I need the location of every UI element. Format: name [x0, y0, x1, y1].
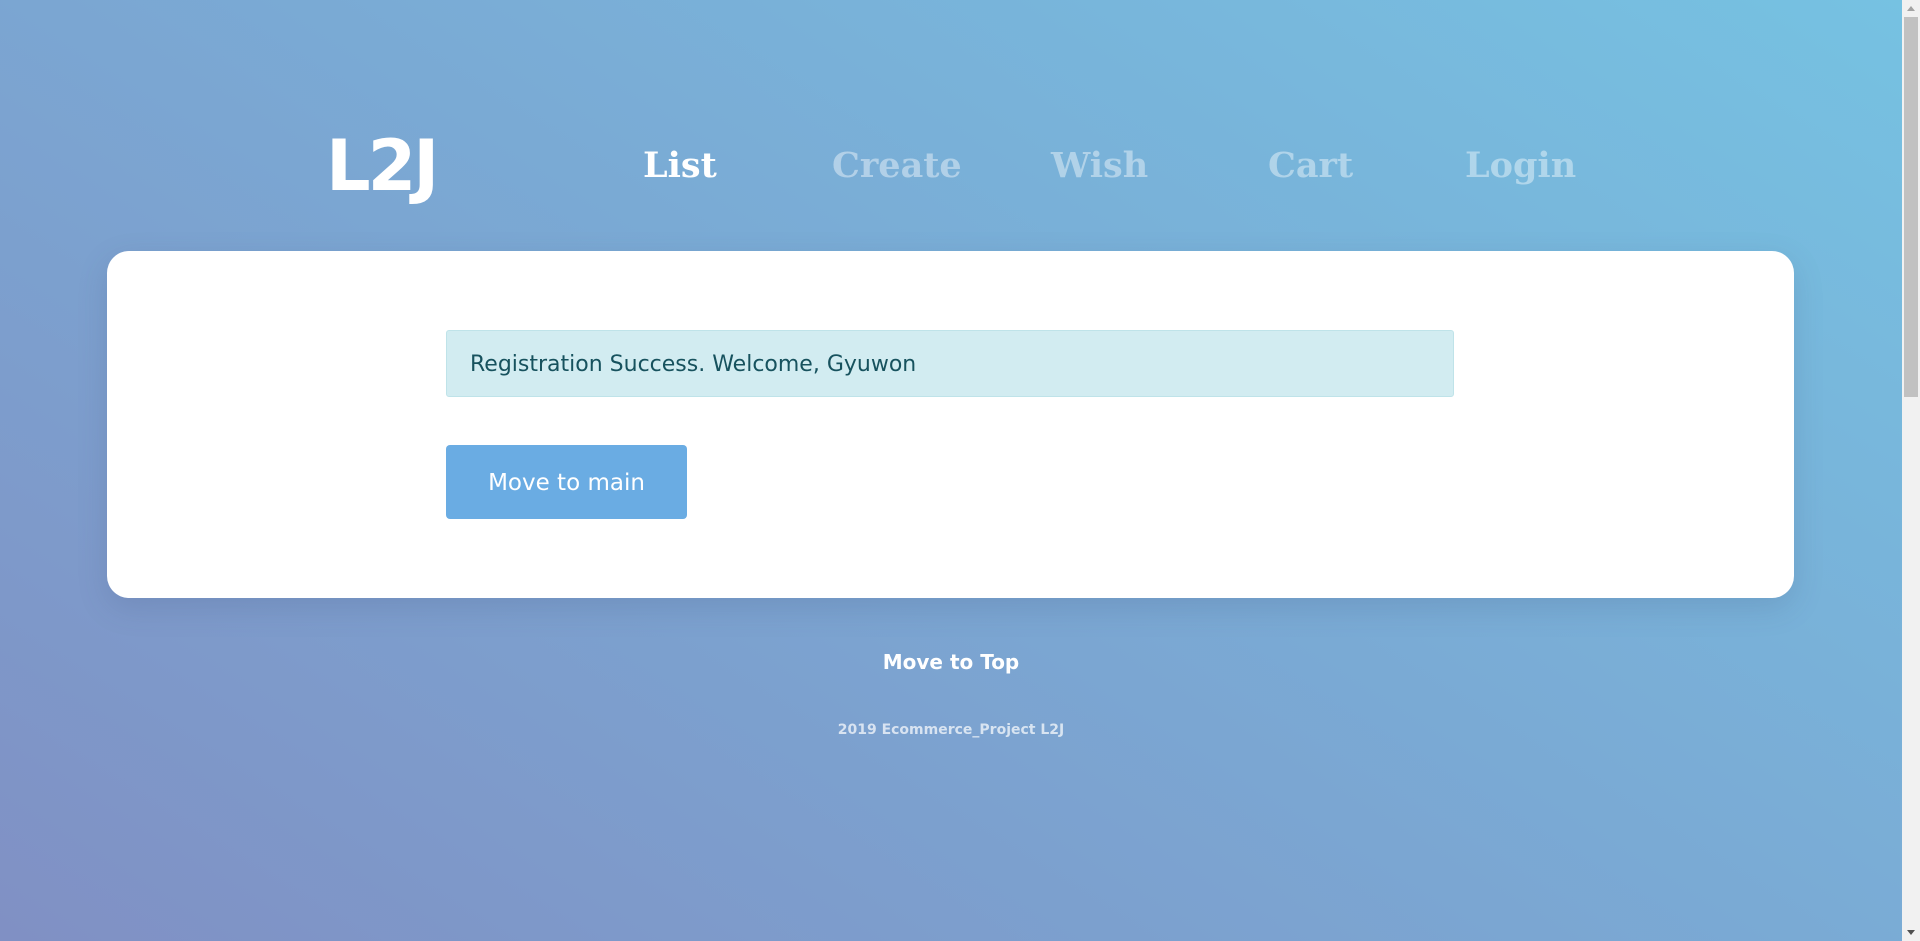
- scroll-down-arrow-icon[interactable]: [1902, 924, 1920, 941]
- page: L2J List Create Wish Cart Login Registra…: [0, 0, 1902, 941]
- success-alert: Registration Success. Welcome, Gyuwon: [446, 330, 1454, 397]
- copyright-text: 2019 Ecommerce_Project L2J: [837, 722, 1065, 738]
- nav-item-list[interactable]: List: [643, 144, 717, 188]
- site-logo[interactable]: L2J: [326, 128, 439, 204]
- vertical-scrollbar[interactable]: [1902, 0, 1920, 941]
- move-to-top-link[interactable]: Move to Top: [0, 650, 1902, 674]
- nav-item-wish[interactable]: Wish: [1051, 144, 1148, 188]
- nav-item-login[interactable]: Login: [1465, 144, 1576, 188]
- content-card: Registration Success. Welcome, Gyuwon Mo…: [107, 251, 1794, 598]
- nav-item-create[interactable]: Create: [832, 144, 962, 188]
- nav-item-cart[interactable]: Cart: [1268, 144, 1353, 188]
- move-to-main-button[interactable]: Move to main: [446, 445, 687, 519]
- scroll-up-arrow-icon[interactable]: [1902, 0, 1920, 17]
- scrollbar-thumb[interactable]: [1904, 17, 1918, 397]
